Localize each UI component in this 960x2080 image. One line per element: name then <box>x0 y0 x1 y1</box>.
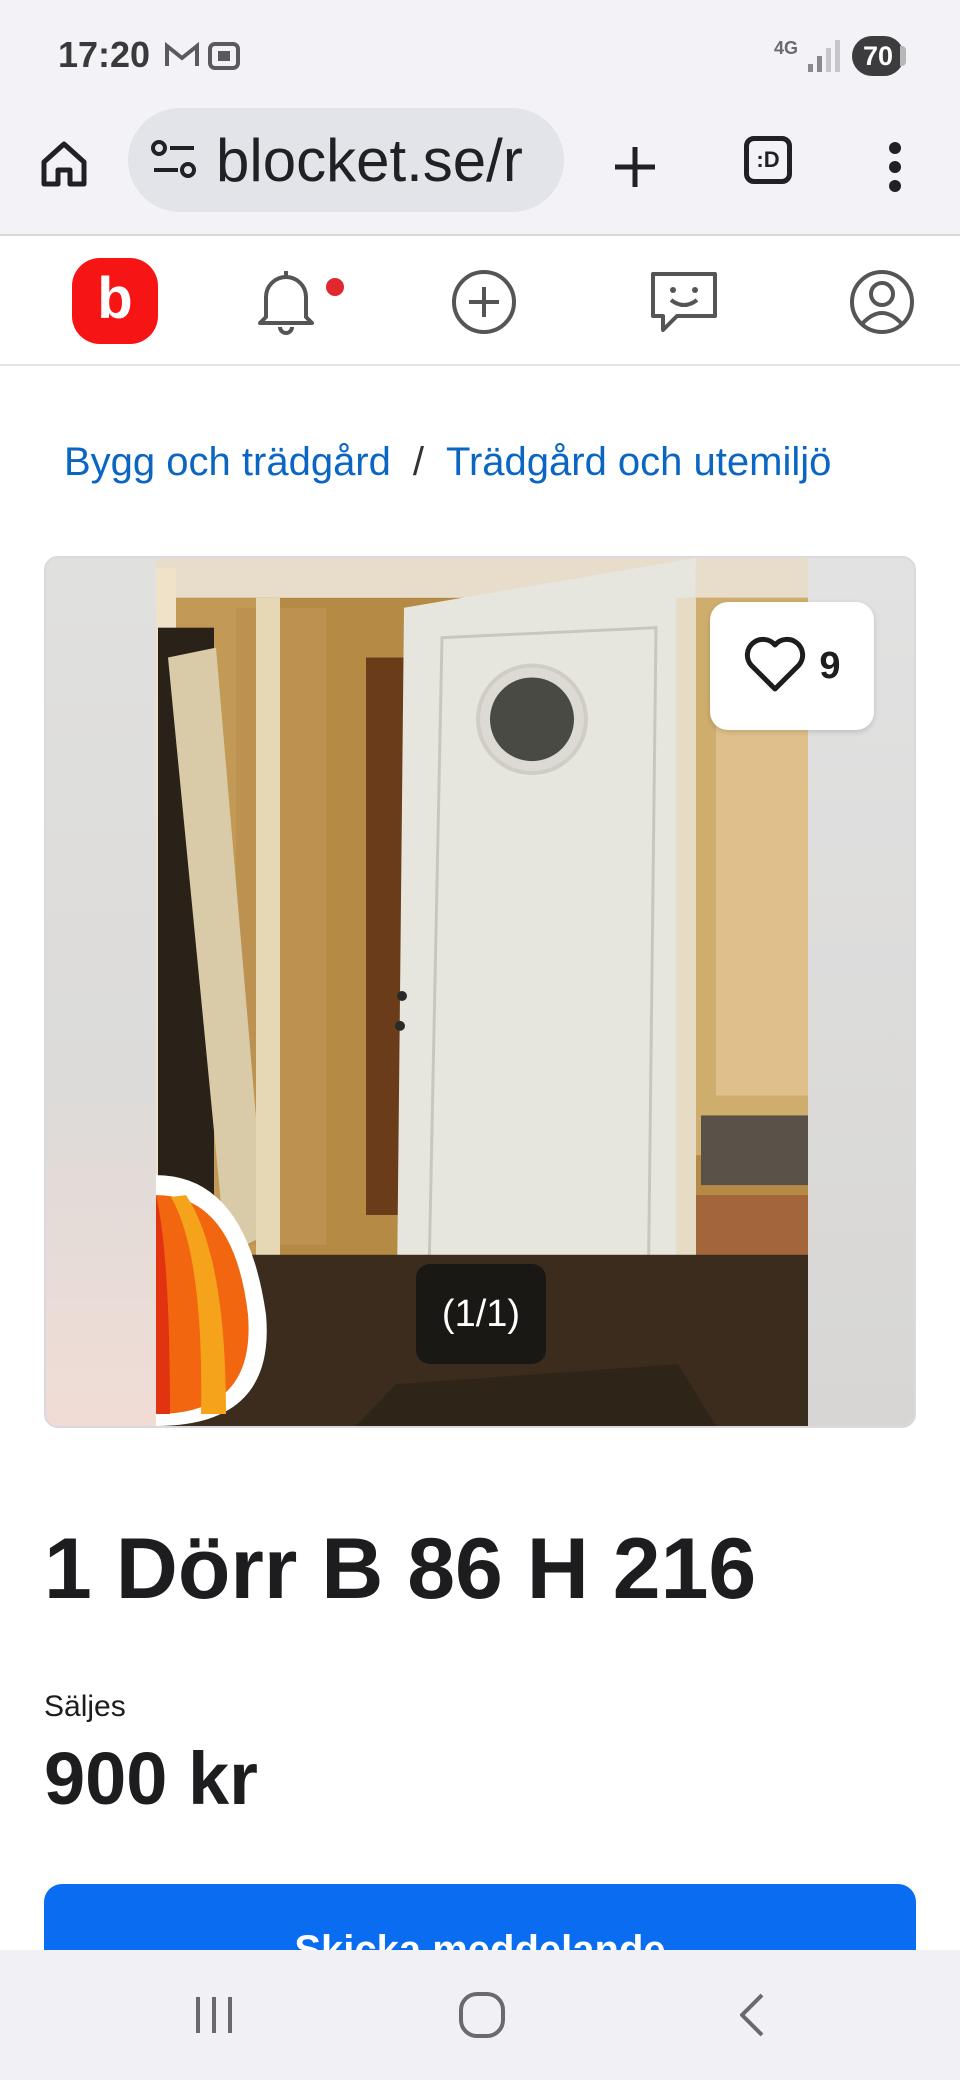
battery-indicator: 70 <box>852 36 904 76</box>
back-icon[interactable] <box>712 1980 792 2050</box>
home-icon[interactable] <box>32 132 96 196</box>
tab-switcher-button[interactable]: :D <box>744 136 792 184</box>
battery-cap <box>900 46 906 66</box>
listing-title: 1 Dörr B 86 H 216 <box>44 1521 757 1617</box>
gallery-blur-left <box>46 558 156 1426</box>
address-bar[interactable]: blocket.se/r <box>128 108 564 212</box>
browser-toolbar: blocket.se/r :D <box>0 108 960 236</box>
gmail-icon <box>164 36 200 81</box>
heart-icon <box>743 635 807 698</box>
breadcrumb: Bygg och trädgård / Trädgård och utemiljö <box>64 440 831 485</box>
screenshot-icon <box>206 36 242 81</box>
system-navigation-bar <box>0 1950 960 2080</box>
favorite-button[interactable]: 9 <box>710 602 874 730</box>
status-time: 17:20 <box>58 34 151 75</box>
url-text[interactable]: blocket.se/r <box>216 126 548 195</box>
blocket-logo[interactable]: b <box>72 258 158 344</box>
breadcrumb-separator: / <box>412 440 424 484</box>
add-listing-icon[interactable] <box>440 258 528 346</box>
favorite-count: 9 <box>819 644 841 687</box>
notification-dot <box>326 278 344 296</box>
signal-icon <box>806 36 840 79</box>
home-button-icon[interactable] <box>442 1980 522 2050</box>
profile-icon[interactable] <box>838 258 926 346</box>
listing-price: 900 kr <box>44 1737 258 1820</box>
bell-icon[interactable] <box>242 258 330 346</box>
new-tab-icon[interactable] <box>600 132 670 202</box>
image-gallery[interactable]: 9 (1/1) <box>44 556 916 1428</box>
network-type: 4G <box>774 38 799 58</box>
site-navigation: b <box>0 238 960 366</box>
breadcrumb-link-subcategory[interactable]: Trädgård och utemiljö <box>446 440 831 484</box>
breadcrumb-link-category[interactable]: Bygg och trädgård <box>64 440 391 484</box>
status-bar: 17:20 4G 70 <box>0 0 960 108</box>
messages-icon[interactable] <box>640 258 728 346</box>
sale-type-label: Säljes <box>44 1690 126 1723</box>
image-counter: (1/1) <box>416 1264 546 1364</box>
site-settings-icon[interactable] <box>150 138 198 187</box>
overflow-menu-icon[interactable] <box>870 132 920 202</box>
recents-icon[interactable] <box>174 1980 254 2050</box>
